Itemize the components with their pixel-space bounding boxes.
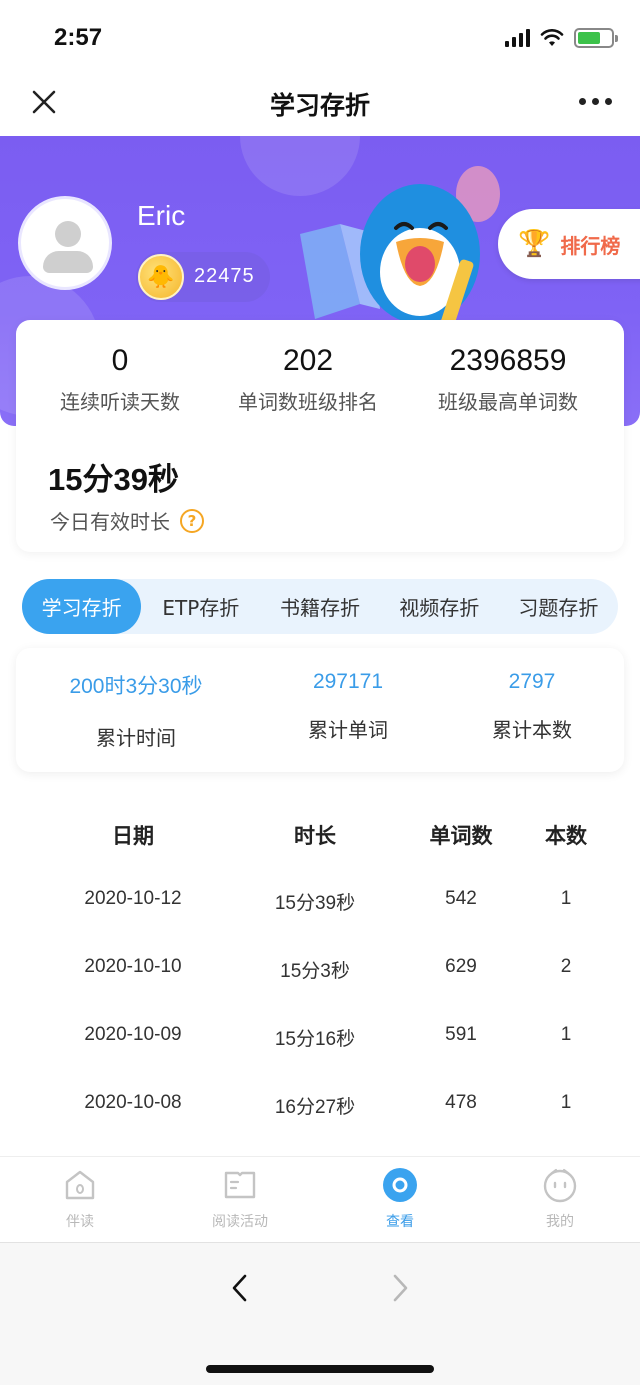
battery-charging-icon [574,28,618,48]
status-icons [505,28,618,48]
tabbar-label: 我的 [546,1214,574,1230]
table-row: 2020-10-08 16分27秒 478 1 [0,1092,640,1160]
rank-value: 202 [282,344,334,377]
tabbar-item-reading-activities[interactable]: 阅读活动 [180,1167,300,1231]
leaderboard-button[interactable]: 🏆 排行榜 [498,209,640,279]
home-icon [62,1167,98,1203]
status-bar: 2:57 [0,0,640,70]
tab-study-passbook[interactable]: 学习存折 [22,579,142,634]
book-icon [222,1167,258,1203]
total-words-label: 累计单词 [308,718,388,742]
cell-words: 478 [445,1092,477,1113]
tab-book-passbook[interactable]: 书籍存折 [260,579,379,634]
back-arrow-icon[interactable] [226,1273,256,1303]
total-books-label: 累计本数 [492,718,572,742]
total-time-value: 200时3分30秒 [69,675,203,698]
view-icon [382,1167,418,1203]
header-duration: 时长 [294,824,336,848]
cell-date: 2020-10-09 [84,1024,182,1045]
username: Eric [137,200,186,231]
rank-stat: 202 单词数班级排名 [208,344,408,415]
cell-duration: 15分3秒 [280,961,350,982]
streak-label: 连续听读天数 [60,390,180,414]
cell-books: 2 [560,956,572,977]
stats-card: 0 连续听读天数 202 单词数班级排名 2396859 班级最高单词数 15分… [16,320,624,552]
tabbar-label: 伴读 [66,1214,94,1230]
page-title: 学习存折 [269,91,370,120]
cell-words: 629 [445,956,477,977]
table-row: 2020-10-12 15分39秒 542 1 [0,888,640,956]
total-books-value: 2797 [508,670,556,693]
leaderboard-label: 排行榜 [560,233,621,258]
tab-exercise-passbook[interactable]: 习题存折 [499,579,618,634]
class-max-value: 2396859 [449,344,567,377]
tabbar-item-mine[interactable]: 我的 [500,1167,620,1231]
tab-etp-passbook[interactable]: ETP存折 [141,579,260,634]
trophy-icon: 🏆 [518,229,551,259]
header-books: 本数 [545,824,587,848]
cell-date: 2020-10-12 [84,888,182,909]
total-words: 297171 累计单词 [248,670,448,743]
class-max-label: 班级最高单词数 [438,390,578,414]
today-label: 今日有效时长 [50,510,170,534]
cell-date: 2020-10-10 [84,956,182,977]
total-time-label: 累计时间 [96,726,176,750]
bottom-tab-bar: 伴读 阅读活动 查看 我的 [0,1156,640,1242]
cell-words: 542 [445,888,477,909]
coin-count: 22475 [194,265,255,287]
study-records-table: 日期 时长 单词数 本数 2020-10-12 15分39秒 542 1 202… [0,820,640,1160]
browser-toolbar [0,1242,640,1385]
passbook-tabs: 学习存折 ETP存折 书籍存折 视频存折 习题存折 [22,579,618,634]
coin-icon: 🐥 [138,254,184,300]
signal-icon [505,29,530,47]
tab-video-passbook[interactable]: 视频存折 [380,579,499,634]
summary-card: 200时3分30秒 累计时间 297171 累计单词 2797 累计本数 [16,648,624,772]
wifi-icon [540,29,564,46]
class-max-stat: 2396859 班级最高单词数 [408,344,608,415]
avatar[interactable] [18,196,112,290]
nav-bar: 学习存折 [0,70,640,136]
streak-stat: 0 连续听读天数 [20,344,220,415]
status-time: 2:57 [54,24,103,51]
total-time: 200时3分30秒 累计时间 [36,670,236,751]
table-row: 2020-10-10 15分3秒 629 2 [0,956,640,1024]
rank-label: 单词数班级排名 [238,390,378,414]
cell-books: 1 [560,1092,572,1113]
cell-duration: 15分16秒 [274,1029,356,1050]
cell-duration: 15分39秒 [274,893,356,914]
cell-books: 1 [560,1024,572,1045]
profile-icon [542,1167,578,1203]
penguin-mascot-illustration [300,166,500,338]
streak-value: 0 [111,344,129,377]
tabbar-item-view[interactable]: 查看 [340,1167,460,1231]
cell-date: 2020-10-08 [84,1092,182,1113]
cell-duration: 16分27秒 [274,1097,356,1118]
forward-arrow-icon[interactable] [384,1273,414,1303]
today-value: 15分39秒 [48,462,179,497]
total-words-value: 297171 [312,670,384,693]
cell-words: 591 [445,1024,477,1045]
coin-balance: 🐥 22475 [136,252,270,302]
tabbar-item-companion[interactable]: 伴读 [20,1167,140,1231]
home-indicator[interactable] [206,1365,434,1373]
tabbar-label: 阅读活动 [212,1214,268,1230]
tabbar-label: 查看 [386,1214,414,1230]
total-books: 2797 累计本数 [432,670,632,743]
table-row: 2020-10-09 15分16秒 591 1 [0,1024,640,1092]
table-header: 日期 时长 单词数 本数 [0,820,640,888]
today-duration: 15分39秒 今日有效时长 ? [48,454,204,534]
help-icon[interactable]: ? [180,508,204,533]
cell-books: 1 [560,888,572,909]
header-date: 日期 [112,824,154,848]
more-icon[interactable] [579,98,612,105]
header-words: 单词数 [429,824,493,848]
